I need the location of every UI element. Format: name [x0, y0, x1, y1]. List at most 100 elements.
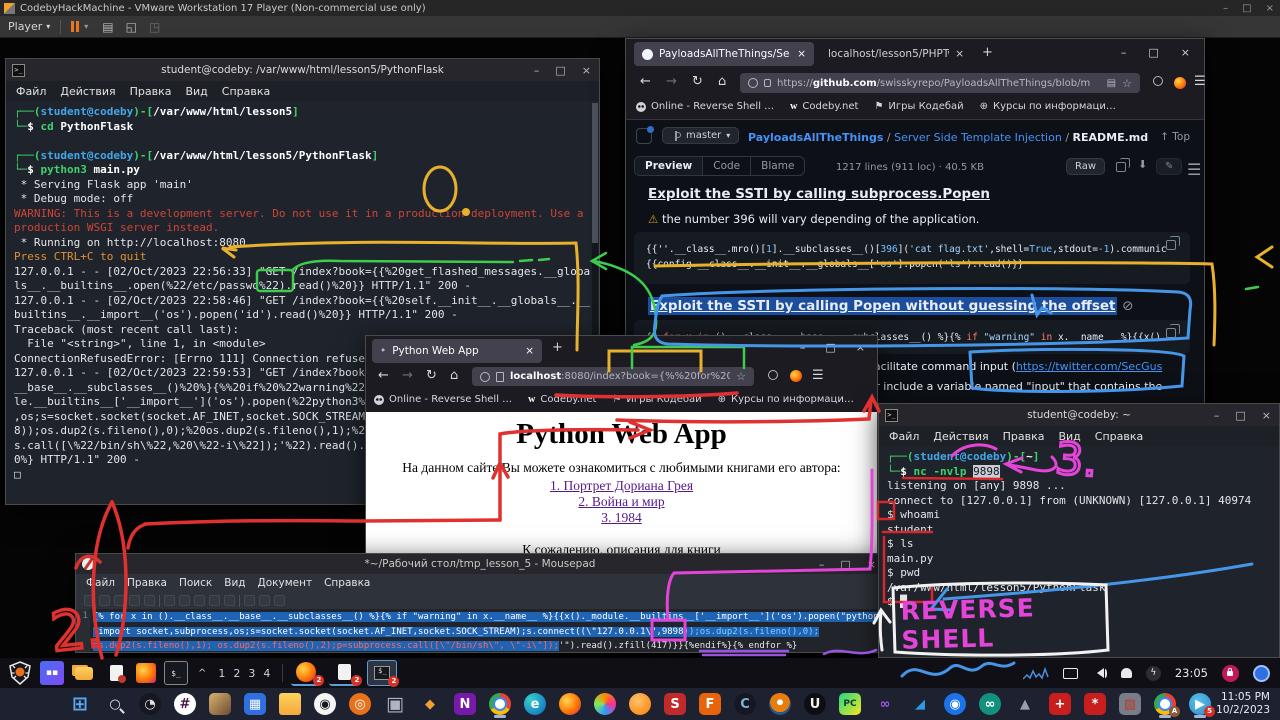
- book-link-3[interactable]: 3. 1984: [601, 510, 642, 525]
- menu-view[interactable]: Вид: [185, 85, 207, 98]
- bookmark-codeby[interactable]: wCodeby.net: [790, 101, 858, 112]
- app-menu-icon[interactable]: ☰: [1194, 74, 1206, 89]
- maximize-button[interactable]: □: [825, 341, 835, 354]
- bookmark-reverse-shell[interactable]: Online - Reverse Shell …: [636, 101, 774, 112]
- vmware-close-button[interactable]: ×: [1266, 3, 1274, 14]
- bookmark-codeby-games[interactable]: ⚑Игры Кодебай: [612, 394, 701, 405]
- file-manager-icon[interactable]: [72, 661, 96, 685]
- reader-mode-icon[interactable]: ▤: [1107, 78, 1116, 89]
- menu-edit[interactable]: Правка: [1003, 430, 1045, 443]
- raw-button[interactable]: Raw: [1066, 158, 1105, 175]
- branch-selector[interactable]: master▾: [662, 127, 739, 144]
- menu-help[interactable]: Справка: [1095, 430, 1143, 443]
- maximize-button[interactable]: □: [1148, 46, 1158, 59]
- firefox-launcher-icon[interactable]: [136, 663, 156, 683]
- maximize-button[interactable]: □: [840, 558, 850, 571]
- back-icon[interactable]: ←: [640, 74, 651, 89]
- taskbar-icon-davinci-resolve[interactable]: [591, 690, 619, 718]
- taskbar-icon-popcorn[interactable]: ◎: [346, 690, 374, 718]
- close-button[interactable]: ×: [867, 558, 876, 571]
- taskbar-icon-maps[interactable]: ◉: [941, 690, 969, 718]
- taskbar-icon-cinema4d[interactable]: C: [731, 690, 759, 718]
- tab-python-web-app[interactable]: • Python Web App ×: [372, 339, 542, 363]
- menu-view[interactable]: Вид: [1058, 430, 1080, 443]
- tab-close-icon[interactable]: ×: [525, 345, 534, 357]
- pause-button[interactable]: ▾: [71, 21, 88, 32]
- display-icon[interactable]: [1063, 668, 1078, 679]
- edit-pencil-icon[interactable]: ✎: [1156, 158, 1182, 175]
- minimize-button[interactable]: –: [819, 558, 825, 571]
- volume-icon[interactable]: [1092, 668, 1107, 678]
- new-tab-button[interactable]: +: [982, 45, 993, 60]
- menu-edit[interactable]: Правка: [130, 85, 172, 98]
- menu-help[interactable]: Справка: [222, 85, 270, 98]
- bookmark-codeby[interactable]: wCodeby.net: [528, 394, 596, 405]
- taskbar-icon-chrome[interactable]: [486, 690, 514, 718]
- minimize-button[interactable]: –: [1214, 409, 1220, 422]
- save-icon[interactable]: [114, 595, 125, 606]
- close-button[interactable]: ×: [1262, 409, 1271, 422]
- menu-edit[interactable]: Правка: [127, 577, 167, 589]
- minimize-button[interactable]: –: [1121, 46, 1127, 59]
- terminal-launcher-icon[interactable]: $_: [164, 661, 188, 685]
- taskbar-icon-file-explorer[interactable]: [276, 690, 304, 718]
- copy-icon[interactable]: [1166, 328, 1176, 338]
- menu-help[interactable]: Справка: [324, 577, 370, 589]
- power-manager-icon[interactable]: ϟ: [1146, 666, 1161, 681]
- terminal1-titlebar[interactable]: >_ student@codeby: /var/www/html/lesson5…: [6, 59, 599, 81]
- tab-blame[interactable]: Blame: [751, 157, 804, 175]
- mousepad-titlebar[interactable]: *~/Рабочий стол/tmp_lesson_5 - Mousepad …: [76, 554, 884, 574]
- windows-clock[interactable]: 11:05 PM10/2/2023: [1216, 691, 1270, 717]
- taskbar-icon-virtualbox[interactable]: ▣: [381, 690, 409, 718]
- taskbar-icon-speedtest[interactable]: ◔: [136, 690, 164, 718]
- reload-icon[interactable]: [144, 595, 155, 606]
- taskbar-icon-fruity-f[interactable]: F: [696, 690, 724, 718]
- taskbar-icon-onenote[interactable]: N: [451, 690, 479, 718]
- url-bar[interactable]: https://github.com/swisskyrepo/PayloadsA…: [740, 73, 1140, 93]
- show-more-icon[interactable]: ^: [198, 668, 206, 679]
- copy-icon[interactable]: [1166, 240, 1176, 250]
- menu-document[interactable]: Документ: [258, 577, 313, 589]
- vmware-minimize-button[interactable]: –: [1223, 3, 1228, 14]
- taskbar-icon-photos-legacy[interactable]: ▨: [1116, 690, 1144, 718]
- reload-icon[interactable]: ↻: [426, 368, 437, 383]
- tab-close-icon[interactable]: ×: [955, 48, 964, 60]
- copy-icon[interactable]: [209, 595, 220, 606]
- screen-lock-icon[interactable]: [1222, 665, 1239, 682]
- taskbar-icon-firefox[interactable]: [556, 690, 584, 718]
- send-ctrl-alt-del-icon[interactable]: ▤: [102, 20, 113, 34]
- home-icon[interactable]: ⌂: [450, 368, 458, 383]
- taskbar-icon-fl-studio[interactable]: [626, 690, 654, 718]
- taskbar-icon-search[interactable]: ○: [101, 690, 129, 718]
- task-firefox[interactable]: 2: [291, 660, 321, 686]
- bookmark-star-icon[interactable]: ☆: [1122, 77, 1132, 90]
- notification-bell-icon[interactable]: [1121, 668, 1132, 678]
- crumb-repo[interactable]: PayloadsAllTheThings: [748, 131, 883, 144]
- mousepad-launcher-icon[interactable]: [104, 661, 128, 685]
- taskbar-icon-blender[interactable]: [766, 690, 794, 718]
- crumb-folder[interactable]: Server Side Template Injection: [894, 131, 1062, 144]
- cpu-graph-icon[interactable]: [1023, 665, 1049, 681]
- taskbar-icon-chrome-profile[interactable]: A: [1151, 690, 1179, 718]
- goto-icon[interactable]: [274, 595, 285, 606]
- terminal2-titlebar[interactable]: >_ student@codeby: ~ – □ ×: [879, 404, 1279, 426]
- vmware-maximize-button[interactable]: □: [1242, 3, 1251, 14]
- save-as-icon[interactable]: [129, 595, 140, 606]
- download-icon[interactable]: ⬇: [1138, 158, 1147, 171]
- firefox-account-icon[interactable]: [790, 370, 802, 382]
- maximize-button[interactable]: □: [555, 64, 565, 77]
- taskbar-icon-vscode[interactable]: ◢: [906, 690, 934, 718]
- book-link-1[interactable]: 1. Портрет Дориана Грея: [550, 478, 693, 493]
- firefox-account-icon[interactable]: [1174, 77, 1186, 89]
- forward-icon[interactable]: →: [402, 368, 413, 383]
- taskbar-icon-shazam[interactable]: ◉: [311, 690, 339, 718]
- taskbar-icon-slack[interactable]: #: [171, 690, 199, 718]
- book-link-2[interactable]: 2. Война и мир: [578, 494, 664, 509]
- tab-code[interactable]: Code: [703, 157, 751, 175]
- codeby-logo-icon[interactable]: [8, 661, 32, 685]
- minimize-button[interactable]: –: [534, 64, 540, 77]
- bookmark-courses[interactable]: ⊕Курсы по информаци…: [980, 101, 1116, 112]
- tab-close-icon[interactable]: ×: [797, 48, 806, 60]
- taskbar-icon-telegram[interactable]: ▶5: [1186, 690, 1214, 718]
- menu-file[interactable]: Файл: [86, 577, 115, 589]
